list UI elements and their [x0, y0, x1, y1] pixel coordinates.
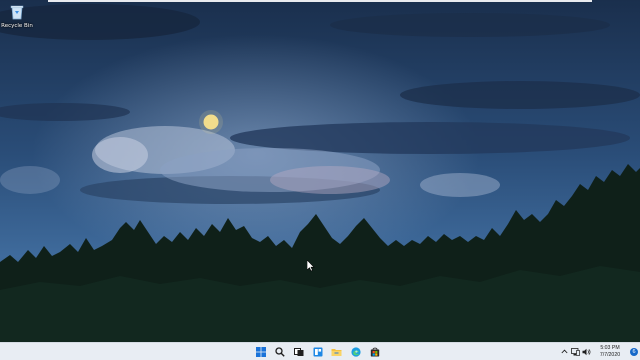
edge-icon [350, 347, 361, 357]
store-icon [370, 347, 379, 357]
volume-button[interactable] [581, 345, 592, 359]
show-hidden-icons-button[interactable] [559, 345, 570, 359]
taskbar-pinned-apps [253, 344, 382, 360]
edge-button[interactable] [348, 345, 363, 360]
chevron-up-icon [561, 349, 568, 354]
file-explorer-icon [331, 349, 342, 356]
task-view-button[interactable] [291, 345, 306, 360]
window-top-edge [48, 0, 592, 2]
clock-button[interactable]: 5:03 PM 7/7/2020 [592, 345, 628, 358]
desktop-icon-label: Recycle Bin [1, 23, 33, 29]
network-icon [571, 347, 580, 356]
wallpaper [0, 0, 640, 342]
widgets-icon [313, 347, 322, 357]
taskbar: 5:03 PM 7/7/2020 6 [0, 342, 640, 360]
search-button[interactable] [272, 345, 287, 360]
widgets-button[interactable] [310, 345, 325, 360]
start-icon [255, 347, 266, 357]
store-button[interactable] [367, 345, 382, 360]
system-tray: 5:03 PM 7/7/2020 6 [559, 343, 640, 360]
desktop-icon-recycle-bin[interactable]: Recycle Bin [0, 3, 34, 33]
notification-center-button[interactable]: 6 [628, 345, 640, 359]
notification-count-badge: 6 [630, 347, 638, 356]
volume-icon [582, 348, 591, 355]
search-icon [274, 347, 285, 357]
desktop: Recycle Bin [0, 0, 640, 342]
clock-date: 7/7/2020 [599, 351, 621, 358]
mouse-cursor-icon [307, 260, 315, 272]
start-button[interactable] [253, 345, 268, 360]
file-explorer-button[interactable] [329, 345, 344, 360]
recycle-bin-icon [10, 5, 24, 20]
task-view-icon [293, 348, 303, 356]
network-status-button[interactable] [570, 345, 581, 359]
